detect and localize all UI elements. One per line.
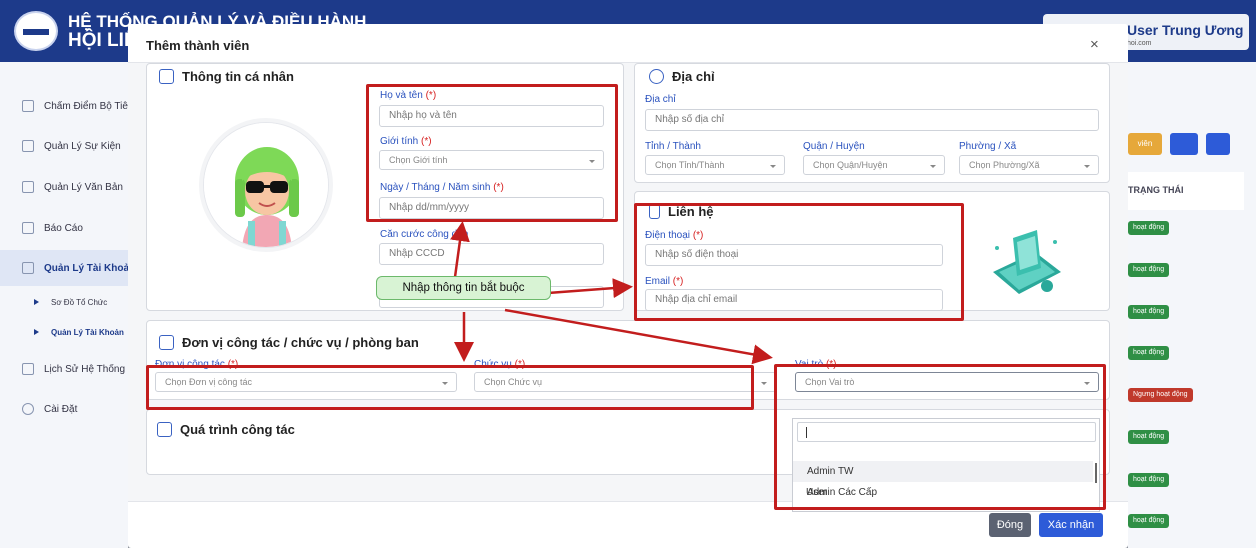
annotation-arrows [450, 221, 773, 365]
annotation-callout: Nhập thông tin bắt buộc [376, 276, 551, 300]
